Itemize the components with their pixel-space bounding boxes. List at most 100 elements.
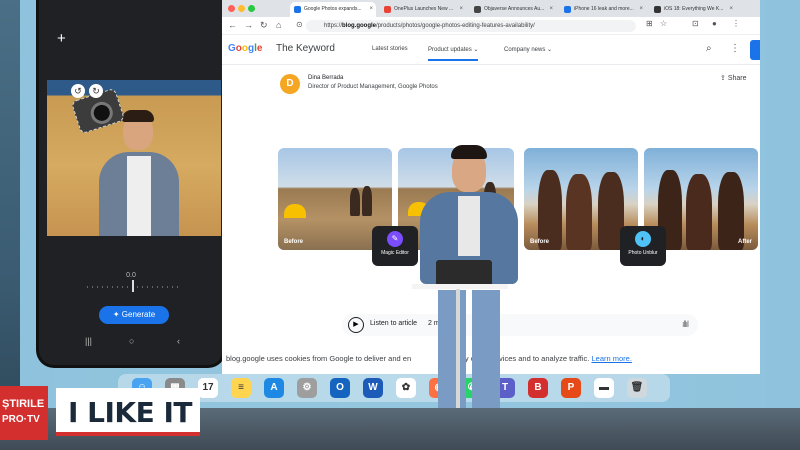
cookie-notice: blog.google uses cookies from Google to … [226,354,632,363]
site-info-icon[interactable]: ⊙ [296,20,303,29]
url-path: /products/photos/google-photos-editing-f… [376,23,535,29]
tent [284,204,306,218]
browser-tab[interactable]: Objaverse Announces Au... × [470,2,556,17]
author-avatar: D [280,74,300,94]
translate-icon[interactable]: ⊞ [646,19,653,28]
browser-tab[interactable]: iPhone 16 leak and more... × [560,2,646,17]
tab-favicon [384,6,391,13]
browser-tab[interactable]: Google Photos expands... × [290,2,376,17]
tv-channel-logo: ȘTIRILE PRO·TV [0,386,48,440]
before-label: Before [530,239,550,245]
tab-favicon [564,6,571,13]
generate-button[interactable]: ✦ Generate [99,306,169,324]
site-title[interactable]: The Keyword [276,43,335,54]
more-icon[interactable]: ⋮ [730,43,740,54]
before-label: Before [284,239,304,245]
dock-system-settings-icon[interactable]: ⚙ [297,378,317,398]
tv-logo-line1: ȘTIRILE [2,398,45,410]
tv-show-banner: I LIKE IT [56,388,200,436]
close-tab-icon[interactable]: × [639,2,643,17]
author-name: Dina Berrada [308,75,344,81]
dock-app-store-icon[interactable]: A [264,378,284,398]
back-nav-icon[interactable]: ‹ [177,336,180,346]
url-input[interactable]: https://blog.google/products/photos/goog… [306,20,636,32]
google-logo[interactable]: Google [228,43,262,54]
nav-company-news[interactable]: Company news ⌄ [504,46,552,53]
subscribe-button[interactable] [750,40,760,60]
share-label: Share [727,75,747,82]
dock-screen-capture-icon[interactable]: ▬ [594,378,614,398]
nav-company-news-label: Company news [504,47,546,53]
profile-icon[interactable]: ● [712,19,717,28]
close-tab-icon[interactable]: × [729,2,733,17]
learn-more-link[interactable]: Learn more. [591,354,631,363]
share-button[interactable]: ⇪ Share [720,74,747,82]
dock-trash-icon[interactable]: 🗑 [627,378,647,398]
add-icon[interactable]: + [57,30,66,47]
close-tab-icon[interactable]: × [369,2,373,17]
redo-icon[interactable]: ↻ [89,84,103,98]
person-figure [362,186,372,216]
tv-logo-line2: PRO·TV [2,414,40,425]
dock-notes-icon[interactable]: ≡ [231,378,251,398]
tab-favicon [294,6,301,13]
tab-title: iOS 18: Everything We K... [664,6,724,12]
tab-title: Objaverse Announces Au... [484,6,545,12]
extension-icon[interactable]: ⊡ [692,19,699,28]
dock-bitdefender-icon[interactable]: B [528,378,548,398]
home-nav-icon[interactable]: ○ [129,336,134,346]
listen-to-article-player[interactable]: ▶ Listen to article 2 m ıllıl [342,314,698,336]
photo-unblur-icon: ◐ [635,231,651,247]
browser-tab[interactable]: OnePlus Launches New ... × [380,2,466,17]
home-icon[interactable]: ⌂ [276,20,281,30]
nav-product-updates[interactable]: Product updates ⌄ [428,46,479,61]
url-domain: blog.google [342,23,377,29]
presenter-shirt [458,196,480,256]
bookmark-star-icon[interactable]: ☆ [660,19,667,28]
audio-wave-icon: ıllıl [682,319,689,329]
logo-letter: e [256,43,263,54]
url-prefix: https:// [324,23,343,29]
site-header: Google The Keyword Latest stories Produc… [222,35,760,65]
close-tab-icon[interactable]: × [459,2,463,17]
adjust-slider[interactable] [87,286,181,288]
listen-label: Listen to article [370,320,418,327]
tab-favicon [474,6,481,13]
phone-edited-photo: ↺ ↻ [47,80,221,236]
person-figure [538,170,562,250]
back-icon[interactable]: ← [228,20,237,30]
play-icon[interactable]: ▶ [348,317,364,333]
browser-tab[interactable]: iOS 18: Everything We K... × [650,2,736,17]
person-figure [686,174,712,250]
tab-bar: Google Photos expands... × OnePlus Launche… [222,0,760,17]
logo-letter: G [228,43,236,54]
dock-outlook-icon[interactable]: O [330,378,350,398]
tab-title: Google Photos expands... [304,6,362,12]
cookie-text: blog.google uses cookies from Google to … [226,354,412,363]
slider-knob[interactable] [132,280,134,292]
browser-menu-icon[interactable]: ⋮ [732,19,740,28]
dock-chatgpt-icon[interactable]: ✿ [396,378,416,398]
dock-calendar-icon[interactable]: 17 [198,378,218,398]
recents-nav-icon[interactable]: ||| [85,336,92,346]
reload-icon[interactable]: ↻ [260,20,268,31]
magic-editor-badge[interactable]: ✎ Magic Editor [372,226,418,266]
photo-unblur-badge[interactable]: ◐ Photo Unblur [620,226,666,266]
dock-word-icon[interactable]: W [363,378,383,398]
presenter-legs [438,290,500,424]
show-title: I LIKE IT [68,396,193,429]
search-icon[interactable]: ⌕ [706,43,712,54]
phone-mockup: + ↺ ↻ 0.0 ✦ Generate ||| ○ ‹ [36,0,226,368]
forward-icon[interactable]: → [244,20,253,30]
maximize-window-icon[interactable] [248,5,255,12]
close-tab-icon[interactable]: × [549,2,553,17]
presenter-hair [451,145,487,159]
minimize-window-icon[interactable] [238,5,245,12]
magic-editor-label: Magic Editor [381,250,409,256]
undo-icon[interactable]: ↺ [71,84,85,98]
slider-value: 0.0 [126,272,136,279]
close-window-icon[interactable] [228,5,235,12]
nav-latest-stories[interactable]: Latest stories [372,46,408,52]
dock-powerpoint-like-icon[interactable]: P [561,378,581,398]
person-figure [350,188,360,216]
